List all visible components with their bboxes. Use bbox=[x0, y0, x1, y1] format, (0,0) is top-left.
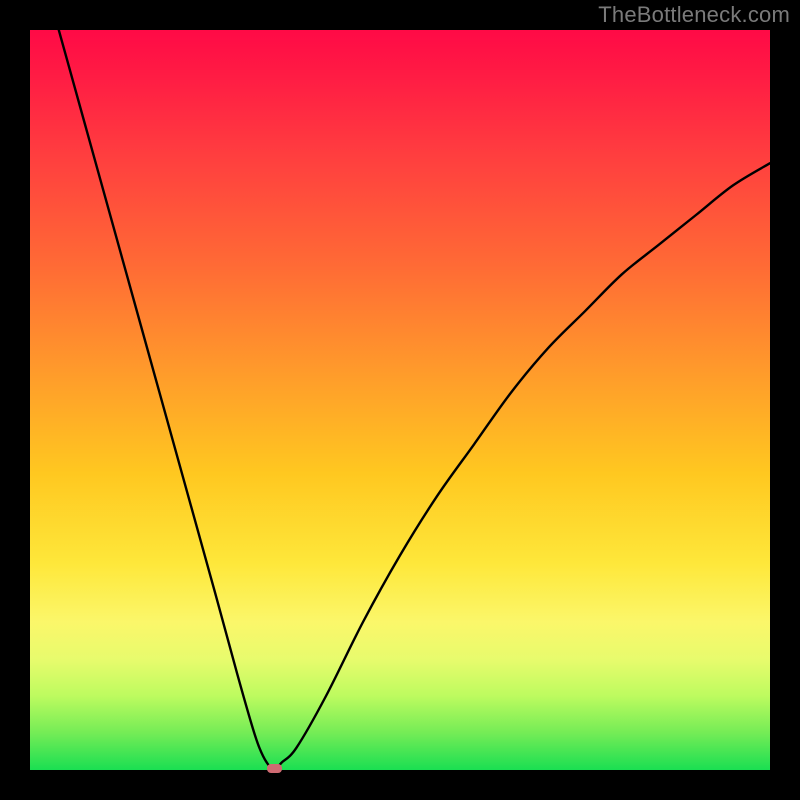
chart-frame: TheBottleneck.com bbox=[0, 0, 800, 800]
watermark-text: TheBottleneck.com bbox=[598, 2, 790, 28]
curve-minimum-marker bbox=[267, 764, 282, 773]
bottleneck-curve-svg bbox=[30, 30, 770, 770]
bottleneck-curve-path bbox=[30, 30, 770, 770]
